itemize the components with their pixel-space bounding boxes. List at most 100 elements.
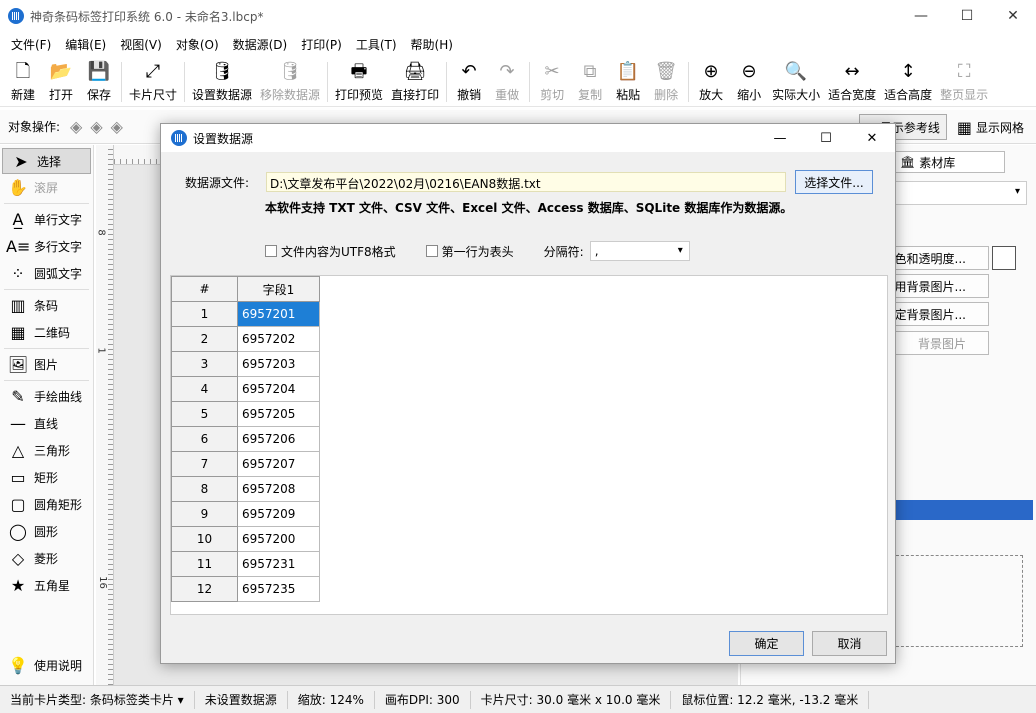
table-row[interactable]: 2 6957202 [171,326,320,352]
tool-item[interactable]: A̲ 单行文字 [0,206,93,233]
tool-item[interactable]: ◯ 圆形 [0,518,93,545]
menu-item[interactable]: 对象(O) [169,36,226,53]
toolbar-button[interactable]: 📂 打开 [42,57,80,103]
toolbar-button[interactable]: ⊖ 缩小 [730,57,768,103]
cancel-button[interactable]: 取消 [812,631,887,656]
color-transparency-button[interactable]: 色和透明度... [891,246,989,270]
toolbar-button[interactable]: ↔ 适合宽度 [824,57,880,103]
menu-item[interactable]: 打印(P) [294,36,349,53]
toolbar-button[interactable]: ↶ 撤销 [450,57,488,103]
file-path-field[interactable]: D:\文章发布平台\2022\02月\0216\EAN8数据.txt [266,172,786,192]
toolbar-button[interactable]: 🖶 打印预览 [331,57,387,103]
menu-item[interactable]: 工具(T) [349,36,404,53]
toolbar-button[interactable]: ⧉ 复制 [571,57,609,103]
property-select[interactable] [893,181,1027,205]
field1-cell[interactable]: 6957205 [237,401,320,427]
toolbar-button[interactable]: 🖨 直接打印 [387,57,443,103]
tool-item[interactable]: ◇ 菱形 [0,545,93,572]
tool-item[interactable]: ▥ 条码 [0,292,93,319]
table-row[interactable]: 12 6957235 [171,576,320,602]
table-row[interactable]: 7 6957207 [171,451,320,477]
tool-item[interactable]: △ 三角形 [0,437,93,464]
tool-item[interactable]: ✋ 滚屏 [0,174,93,201]
field1-cell[interactable]: 6957204 [237,376,320,402]
toolbar-button[interactable]: ⤢ 卡片尺寸 [125,57,181,103]
layer-top-icon[interactable]: ◈ [111,117,123,136]
field1-cell[interactable]: 6957200 [237,526,320,552]
tool-item[interactable]: ➤ 选择 [2,148,91,174]
data-preview-grid[interactable]: # 字段1 1 6957201 2 6957202 3 6957203 4 6957204 5 6… [170,275,888,615]
toolbar-button[interactable]: ⛶ 整页显示 [936,57,992,103]
table-row[interactable]: 8 6957208 [171,476,320,502]
field1-cell[interactable]: 6957208 [237,476,320,502]
use-background-image-button[interactable]: 用背景图片... [891,274,989,298]
toolbar-button-label: 复制 [578,88,603,102]
layer-up-icon[interactable]: ◈ [70,117,82,136]
menu-item[interactable]: 编辑(E) [58,36,113,53]
table-row[interactable]: 9 6957209 [171,501,320,527]
toolbar-button[interactable]: 💾 保存 [80,57,118,103]
toolbar-button[interactable]: 🗋 新建 [4,57,42,103]
tool-item[interactable]: ★ 五角星 [0,572,93,599]
set-background-image-button[interactable]: 定背景图片... [891,302,989,326]
menu-item[interactable]: 数据源(D) [226,36,295,53]
field1-cell[interactable]: 6957203 [237,351,320,377]
remove-background-image-button[interactable]: 背景图片 [891,331,989,355]
table-row[interactable]: 4 6957204 [171,376,320,402]
field1-cell[interactable]: 6957206 [237,426,320,452]
toolbar-button[interactable]: 🔍 实际大小 [768,57,824,103]
close-button[interactable]: ✕ [990,0,1036,32]
card-type-select[interactable]: 当前卡片类型: 条码标签类卡片 ▾ [0,690,195,709]
tool-item[interactable]: ✎ 手绘曲线 [0,383,93,410]
field1-cell[interactable]: 6957207 [237,451,320,477]
utf8-option[interactable]: 文件内容为UTF8格式 [265,243,396,260]
toolbar-button[interactable]: 🛢 移除数据源 [256,57,324,103]
header-checkbox[interactable] [425,245,438,257]
table-row[interactable]: 10 6957200 [171,526,320,552]
grid-header-field1[interactable]: 字段1 [237,276,320,302]
color-swatch[interactable] [992,246,1016,270]
tab-material-library[interactable]: 🏛 素材库 [893,151,1005,173]
toolbar-button[interactable]: ↕ 适合高度 [880,57,936,103]
table-row[interactable]: 5 6957205 [171,401,320,427]
menu-item[interactable]: 文件(F) [4,36,58,53]
tool-item[interactable]: ⁘ 圆弧文字 [0,260,93,287]
table-row[interactable]: 3 6957203 [171,351,320,377]
dialog-maximize-button[interactable]: ☐ [803,124,849,152]
separator-select[interactable]: , [589,241,690,261]
toolbar-button[interactable]: ⊕ 放大 [692,57,730,103]
field1-cell[interactable]: 6957201 [237,301,320,327]
table-row[interactable]: 1 6957201 [171,301,320,327]
tool-item[interactable]: — 直线 [0,410,93,437]
layer-down-icon[interactable]: ◈ [90,117,102,136]
tool-item[interactable]: ▭ 矩形 [0,464,93,491]
minimize-button[interactable]: — [898,0,944,32]
toolbar-button[interactable]: ↷ 重做 [488,57,526,103]
dialog-close-button[interactable]: ✕ [849,124,895,152]
field1-cell[interactable]: 6957231 [237,551,320,577]
help-button[interactable]: 💡 使用说明 [0,652,82,679]
tool-item[interactable]: 🖼 图片 [0,351,93,378]
ok-button[interactable]: 确定 [729,631,804,656]
dialog-minimize-button[interactable]: — [757,124,803,152]
menu-item[interactable]: 视图(V) [113,36,169,53]
table-row[interactable]: 6 6957206 [171,426,320,452]
toolbar-button[interactable]: 🛢 设置数据源 [188,57,256,103]
tool-item[interactable]: ▢ 圆角矩形 [0,491,93,518]
toolbar-button[interactable]: 🗑 删除 [647,57,685,103]
field1-cell[interactable]: 6957209 [237,501,320,527]
show-grid-button[interactable]: ▦ 显示网格 [951,114,1030,140]
tool-item[interactable]: A≡ 多行文字 [0,233,93,260]
row-index: 7 [171,451,238,477]
toolbar-button[interactable]: 📋 粘贴 [609,57,647,103]
toolbar-button[interactable]: ✂ 剪切 [533,57,571,103]
table-row[interactable]: 11 6957231 [171,551,320,577]
choose-file-button[interactable]: 选择文件... [795,170,873,194]
maximize-button[interactable]: ☐ [944,0,990,32]
utf8-checkbox[interactable] [265,245,277,257]
tool-item[interactable]: ▦ 二维码 [0,319,93,346]
field1-cell[interactable]: 6957202 [237,326,320,352]
field1-cell[interactable]: 6957235 [237,576,320,602]
header-option[interactable]: 第一行为表头 [425,243,514,260]
menu-item[interactable]: 帮助(H) [404,36,460,53]
